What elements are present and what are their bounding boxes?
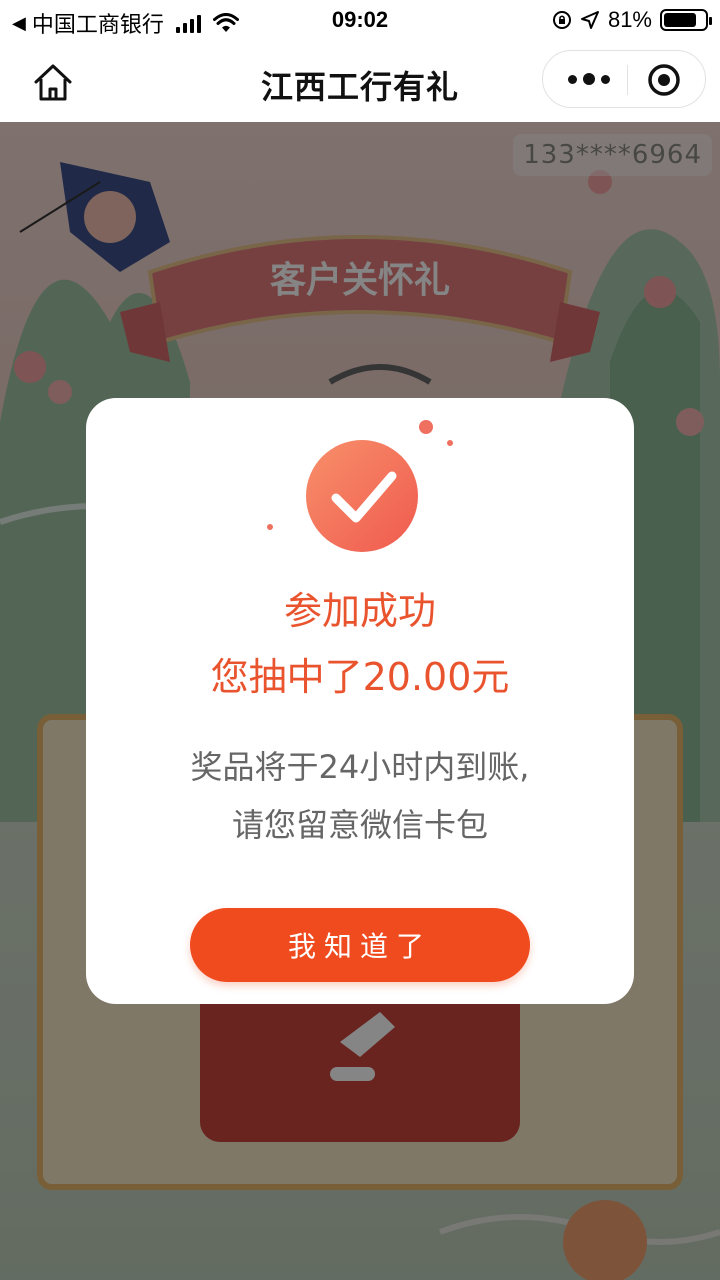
checkmark-icon [306,440,418,552]
more-icon[interactable] [565,67,613,91]
status-bar: ◀ 中国工商银行 09:02 81% [0,0,720,40]
battery-level [664,13,696,27]
battery-percent: 81% [607,7,652,32]
nav-bar: 江西工行有礼 [0,40,720,122]
decor-dot [419,420,433,434]
dialog-title: 参加成功 [283,589,436,633]
close-miniprogram-icon[interactable] [647,63,681,97]
dialog-description-line2: 请您留意微信卡包 [231,806,488,844]
capsule-divider [627,65,628,95]
prize-amount-text: 您抽中了20.00元 [210,655,510,699]
rotation-lock-icon [552,11,571,29]
miniprogram-capsule [542,50,706,108]
status-right: 81% [552,7,712,33]
battery-icon [660,9,712,31]
success-dialog: 参加成功 您抽中了20.00元 奖品将于24小时内到账, 请您留意微信卡包 我知… [86,398,634,1004]
dialog-description-line1: 奖品将于24小时内到账, [190,748,530,786]
confirm-button[interactable]: 我知道了 [190,908,530,982]
location-icon [580,11,599,29]
decor-dot [267,524,273,530]
decor-dot [447,440,453,446]
